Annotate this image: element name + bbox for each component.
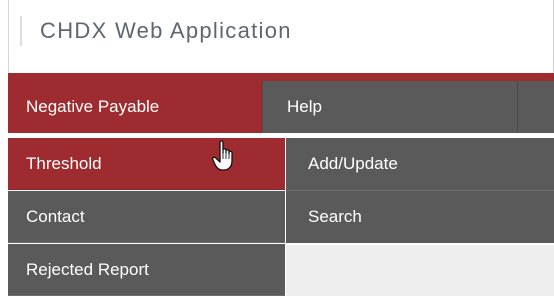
- app-title: CHDX Web Application: [20, 16, 292, 46]
- dropdown-item-threshold[interactable]: Threshold: [8, 138, 285, 190]
- dropdown-item-contact[interactable]: Contact: [8, 191, 285, 243]
- dropdown-item-label: Contact: [26, 207, 85, 226]
- dropdown-item-label: Rejected Report: [26, 260, 149, 279]
- hand-pointer-icon: [211, 140, 238, 172]
- header-left-border: [8, 0, 9, 73]
- nav-separator: [517, 81, 518, 133]
- menu-accent-bar: [8, 73, 554, 81]
- submenu-item-label: Add/Update: [308, 154, 398, 173]
- left-margin: [0, 133, 8, 296]
- main-nav: Negative Payable Help: [8, 81, 554, 133]
- submenu-item-add-update[interactable]: Add/Update: [286, 138, 554, 190]
- nav-item-label: Help: [287, 97, 322, 116]
- content-area: [286, 245, 554, 296]
- dropdown-item-label: Threshold: [26, 154, 102, 173]
- app-header: CHDX Web Application: [0, 0, 554, 73]
- submenu-item-label: Search: [308, 207, 362, 226]
- dropdown-item-rejected-report[interactable]: Rejected Report: [8, 244, 285, 296]
- nav-item-negative-payable[interactable]: Negative Payable: [8, 81, 262, 133]
- nav-item-help[interactable]: Help: [263, 81, 517, 133]
- nav-item-label: Negative Payable: [26, 97, 160, 116]
- submenu-item-search[interactable]: Search: [286, 191, 554, 243]
